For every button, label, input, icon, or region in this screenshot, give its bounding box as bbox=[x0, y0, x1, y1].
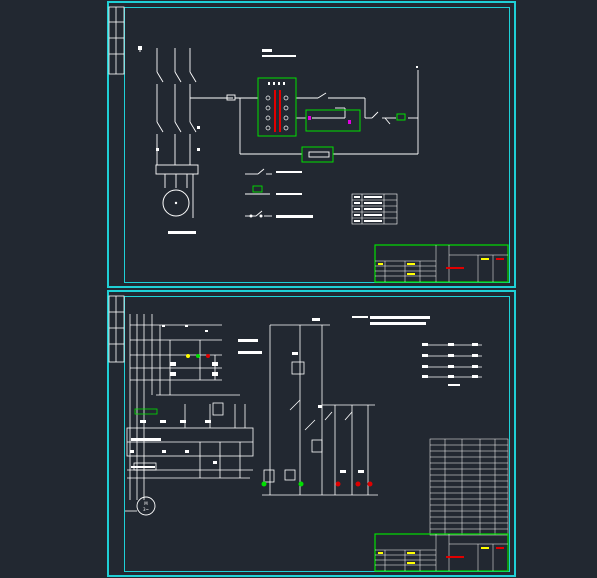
parts-table-2 bbox=[429, 438, 509, 536]
motor-label-line1: M bbox=[144, 501, 148, 506]
terminal-dot bbox=[416, 66, 418, 68]
interlock-outline bbox=[305, 109, 361, 132]
motor-symbol-icon bbox=[162, 189, 190, 217]
title-block-red-mark bbox=[446, 556, 464, 558]
ladder-status-lamps bbox=[261, 481, 373, 487]
title-block-red-mark bbox=[446, 267, 464, 269]
title-block-2 bbox=[374, 533, 509, 572]
motor-symbol-icon: M 3~ bbox=[136, 496, 156, 516]
relay-terminals bbox=[265, 82, 289, 132]
symbol-legend-2 bbox=[425, 344, 482, 378]
legend-text-bars-2 bbox=[422, 343, 478, 386]
power-circuit-1 bbox=[139, 48, 233, 218]
ladder-text-bars bbox=[292, 316, 430, 473]
control-circuit-1 bbox=[226, 70, 419, 158]
power-circuit-2 bbox=[125, 314, 254, 512]
symbol-legend-1 bbox=[245, 168, 272, 217]
relay-module-outline bbox=[257, 77, 297, 137]
terminal-marks-1 bbox=[138, 46, 200, 151]
power-text-bars-2 bbox=[130, 325, 262, 468]
coil-icon bbox=[301, 146, 334, 163]
motor-label-line2: 3~ bbox=[143, 507, 149, 512]
lamp-icon bbox=[396, 113, 406, 121]
revision-strip-2 bbox=[108, 295, 125, 363]
schematic-canvas: M 3~ bbox=[108, 6, 509, 572]
control-title-underline bbox=[262, 55, 296, 57]
revision-strip-1 bbox=[108, 6, 125, 75]
title-block-1 bbox=[374, 244, 509, 283]
control-ladder-2 bbox=[262, 324, 378, 496]
legend-text-bars-1 bbox=[249, 171, 313, 218]
motor-label-bar bbox=[168, 231, 196, 234]
control-title-bar bbox=[262, 49, 272, 52]
